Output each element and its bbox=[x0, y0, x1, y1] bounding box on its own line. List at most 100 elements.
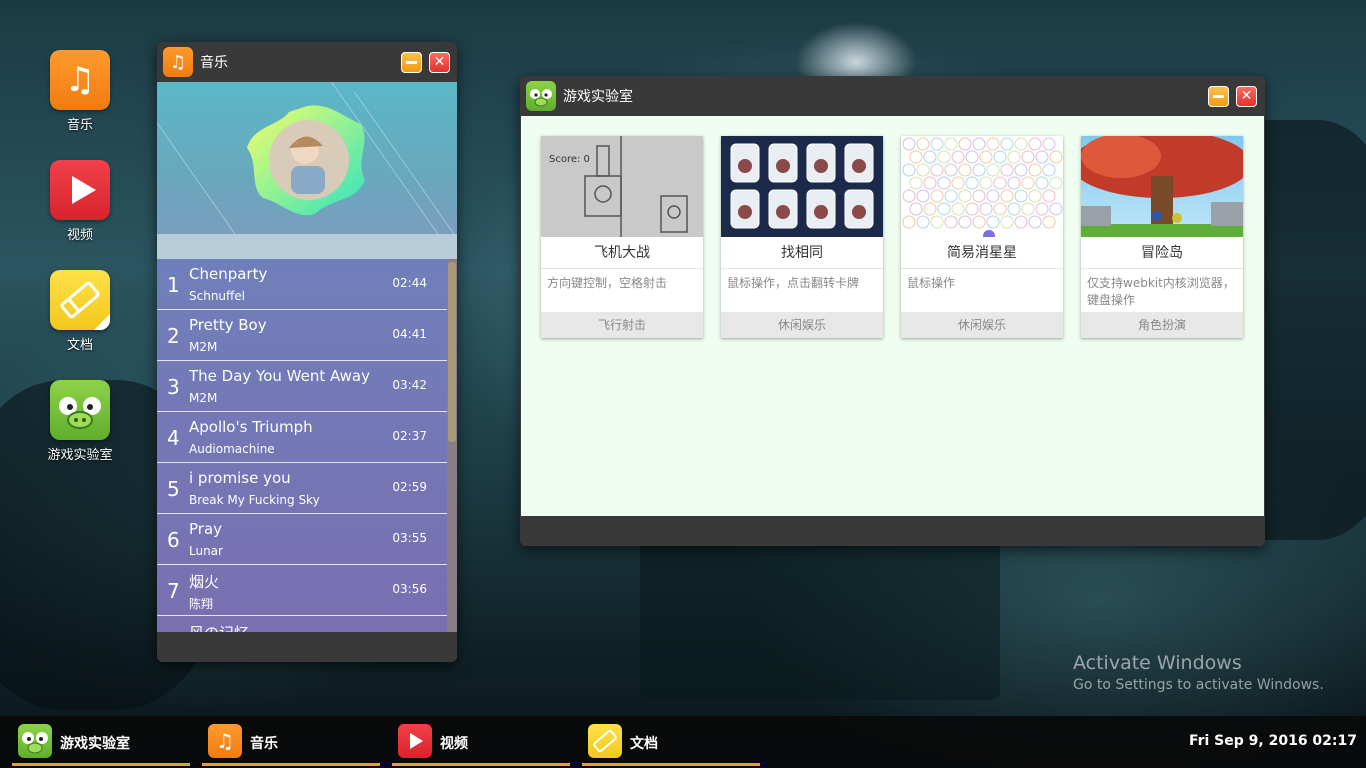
music-note-icon: ♫ bbox=[50, 50, 110, 110]
desktop-icon-label: 文档 bbox=[66, 338, 93, 353]
playlist-item[interactable]: 7 烟火 陈翔 03:56 bbox=[157, 565, 447, 616]
taskbar-active-indicator bbox=[582, 763, 760, 766]
game-description: 方向键控制，空格射击 bbox=[547, 276, 668, 290]
game-category: 休闲娱乐 bbox=[901, 312, 1063, 338]
window-title: 游戏实验室 bbox=[563, 89, 633, 105]
track-artist: Schnuffel bbox=[189, 289, 246, 303]
taskbar-item-music[interactable]: ♫ 音乐 bbox=[200, 716, 380, 768]
minimize-button[interactable] bbox=[401, 52, 422, 73]
taskbar-label: 文档 bbox=[630, 736, 658, 752]
track-duration: 03:56 bbox=[392, 582, 427, 596]
watermark-title: Activate Windows bbox=[1073, 652, 1242, 674]
music-window-titlebar[interactable]: ♫ 音乐 ✕ bbox=[157, 42, 457, 82]
taskbar-label: 音乐 bbox=[250, 736, 278, 752]
game-card-maple-story[interactable]: 冒险岛 仅支持webkit内核浏览器，键盘操作 角色扮演 bbox=[1081, 136, 1243, 338]
eraser-icon bbox=[50, 270, 110, 330]
taskbar-active-indicator bbox=[202, 763, 380, 766]
minimize-button[interactable] bbox=[1208, 86, 1229, 107]
play-icon bbox=[398, 724, 432, 758]
game-lab-window[interactable]: 游戏实验室 ✕ Score: 0 飞机大战 方向键控制，空格射击 飞行射击 找相… bbox=[520, 76, 1265, 546]
track-artist: M2M bbox=[189, 391, 218, 405]
taskbar-item-video[interactable]: 视频 bbox=[390, 716, 570, 768]
desktop-icon-game-lab[interactable]: 游戏实验室 bbox=[44, 380, 116, 463]
track-duration: 02:44 bbox=[392, 276, 427, 290]
green-pig-icon bbox=[526, 81, 556, 111]
progress-bar[interactable] bbox=[157, 234, 457, 259]
game-description: 鼠标操作 bbox=[907, 276, 956, 290]
game-name: 冒险岛 bbox=[1081, 237, 1243, 269]
green-pig-icon bbox=[18, 724, 52, 758]
game-thumbnail bbox=[721, 136, 883, 237]
close-button[interactable]: ✕ bbox=[429, 52, 450, 73]
taskbar-item-game-lab[interactable]: 游戏实验室 bbox=[10, 716, 190, 768]
playlist-item[interactable]: 6 Pray Lunar 03:55 bbox=[157, 514, 447, 565]
playlist-item[interactable]: 8 风の记忆 bbox=[157, 616, 447, 632]
playlist-item[interactable]: 4 Apollo's Triumph Audiomachine 02:37 bbox=[157, 412, 447, 463]
music-note-icon: ♫ bbox=[208, 724, 242, 758]
game-window-footer bbox=[520, 516, 1265, 546]
playlist-item[interactable]: 3 The Day You Went Away M2M 03:42 bbox=[157, 361, 447, 412]
activate-windows-watermark: Activate Windows Go to Settings to activ… bbox=[1073, 652, 1324, 693]
album-cover[interactable] bbox=[245, 102, 369, 218]
game-card-find-same[interactable]: 找相同 鼠标操作，点击翻转卡牌 休闲娱乐 bbox=[721, 136, 883, 338]
track-duration: 03:42 bbox=[392, 378, 427, 392]
game-thumbnail: Score: 0 bbox=[541, 136, 703, 237]
track-duration: 02:37 bbox=[392, 429, 427, 443]
taskbar-active-indicator bbox=[12, 763, 190, 766]
taskbar-clock: Fri Sep 9, 2016 02:17 bbox=[1188, 733, 1357, 749]
game-list: Score: 0 飞机大战 方向键控制，空格射击 飞行射击 找相同 鼠标操作，点… bbox=[521, 116, 1264, 516]
game-thumbnail bbox=[901, 136, 1063, 237]
background-building bbox=[640, 520, 1000, 700]
track-name: Pretty Boy bbox=[189, 316, 267, 334]
playlist-item[interactable]: 1 Chenparty Schnuffel 02:44 bbox=[157, 259, 447, 310]
game-name: 飞机大战 bbox=[541, 237, 703, 269]
game-category: 角色扮演 bbox=[1081, 312, 1243, 338]
game-thumbnail bbox=[1081, 136, 1243, 237]
desktop-icon-docs[interactable]: 文档 bbox=[44, 270, 116, 353]
playlist-scrollbar-thumb[interactable] bbox=[448, 262, 456, 442]
taskbar-label: 视频 bbox=[440, 736, 468, 752]
track-number: 6 bbox=[167, 528, 180, 552]
track-name: 风の记忆 bbox=[189, 622, 249, 632]
album-art-header bbox=[157, 82, 457, 234]
desktop-icon-label: 音乐 bbox=[66, 118, 93, 133]
track-duration: 02:59 bbox=[392, 480, 427, 494]
track-number: 5 bbox=[167, 477, 180, 501]
game-name: 找相同 bbox=[721, 237, 883, 269]
game-card-pop-star[interactable]: 简易消星星 鼠标操作 休闲娱乐 bbox=[901, 136, 1063, 338]
track-number: 4 bbox=[167, 426, 180, 450]
track-artist: Lunar bbox=[189, 544, 223, 558]
track-artist: M2M bbox=[189, 340, 218, 354]
game-category: 飞行射击 bbox=[541, 312, 703, 338]
track-artist: 陈翔 bbox=[189, 597, 214, 611]
watermark-subtitle: Go to Settings to activate Windows. bbox=[1073, 677, 1324, 693]
eraser-icon bbox=[588, 724, 622, 758]
music-window[interactable]: ♫ 音乐 ✕ 1 Chenparty Schnuffel 02:44 2 Pre… bbox=[157, 42, 457, 662]
playlist-item[interactable]: 2 Pretty Boy M2M 04:41 bbox=[157, 310, 447, 361]
play-icon bbox=[50, 160, 110, 220]
window-title: 音乐 bbox=[200, 55, 228, 71]
close-button[interactable]: ✕ bbox=[1236, 86, 1257, 107]
game-name: 简易消星星 bbox=[901, 237, 1063, 269]
game-window-titlebar[interactable]: 游戏实验室 ✕ bbox=[520, 76, 1265, 116]
desktop-icon-video[interactable]: 视频 bbox=[44, 160, 116, 243]
track-name: 烟火 bbox=[189, 573, 220, 591]
track-name: i promise you bbox=[189, 469, 291, 487]
track-number: 2 bbox=[167, 324, 180, 348]
taskbar-item-docs[interactable]: 文档 bbox=[580, 716, 760, 768]
game-category: 休闲娱乐 bbox=[721, 312, 883, 338]
game-description: 鼠标操作，点击翻转卡牌 bbox=[727, 276, 860, 290]
taskbar: 游戏实验室 ♫ 音乐 视频 文档 Fri Sep 9, 2016 02:17 bbox=[0, 716, 1366, 768]
track-name: Apollo's Triumph bbox=[189, 418, 313, 436]
track-name: Chenparty bbox=[189, 265, 268, 283]
track-number: 1 bbox=[167, 273, 180, 297]
desktop-icon-label: 视频 bbox=[66, 228, 93, 243]
playlist-item[interactable]: 5 i promise you Break My Fucking Sky 02:… bbox=[157, 463, 447, 514]
taskbar-active-indicator bbox=[392, 763, 570, 766]
track-duration: 03:55 bbox=[392, 531, 427, 545]
desktop-icon-music[interactable]: ♫ 音乐 bbox=[44, 50, 116, 133]
playlist: 1 Chenparty Schnuffel 02:44 2 Pretty Boy… bbox=[157, 259, 447, 632]
game-card-plane-war[interactable]: Score: 0 飞机大战 方向键控制，空格射击 飞行射击 bbox=[541, 136, 703, 338]
track-artist: Audiomachine bbox=[189, 442, 275, 456]
track-duration: 04:41 bbox=[392, 327, 427, 341]
